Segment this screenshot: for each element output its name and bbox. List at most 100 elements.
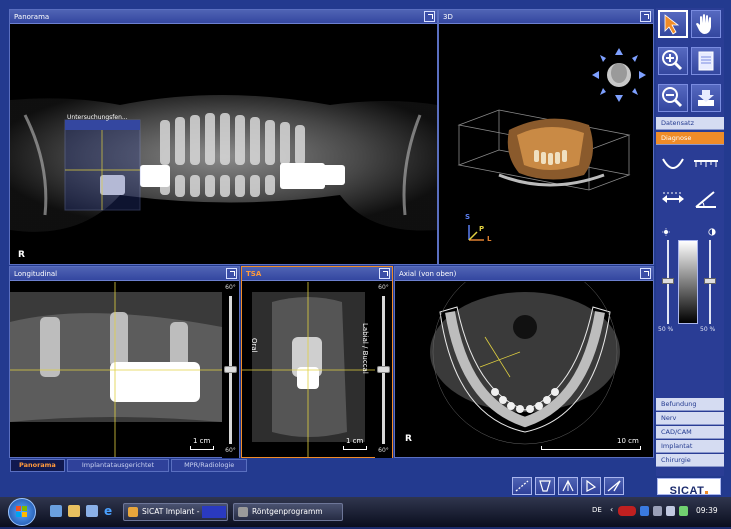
language-indicator[interactable]: DE: [592, 506, 602, 514]
gray-ramp: [678, 240, 698, 324]
menu-dataset[interactable]: Datensatz: [656, 117, 724, 130]
view-mode-tabs: Panorama Implantatausgerichtet MPR/Radio…: [10, 459, 249, 472]
right-toolbar: Datensatz Diagnose 50 % 50 % Befundung N: [656, 8, 724, 476]
switch-windows-icon[interactable]: [86, 505, 98, 517]
quick-launch: e: [50, 505, 118, 519]
tab-mpr-radiology[interactable]: MPR/Radiologie: [171, 459, 248, 472]
taskbar-roentgen[interactable]: Röntgenprogramm: [233, 503, 343, 521]
implant-tool-4-icon: [607, 480, 621, 492]
tray-shield-icon[interactable]: [640, 506, 649, 516]
windows-logo-icon: [16, 506, 27, 517]
pointer-icon: [664, 14, 680, 35]
tray-power-icon[interactable]: [679, 506, 688, 516]
axial-view[interactable]: Axial (von oben) R 10 cm: [394, 266, 654, 458]
tsa-slider-bottom-label: 60°: [378, 447, 389, 454]
zoom-in-button[interactable]: [658, 47, 688, 75]
view-3d-title: 3D: [439, 10, 653, 24]
implant-tool-1-icon: [539, 480, 551, 492]
contrast-icon: [708, 228, 716, 236]
hand-tool-button[interactable]: [691, 10, 721, 38]
panorama-image[interactable]: Untersuchungsfen... R: [10, 25, 437, 264]
view-3d[interactable]: 3D S P L: [438, 9, 654, 265]
contrast-value: 50 %: [700, 326, 716, 333]
tsa-slider-top-label: 60°: [378, 284, 389, 291]
contrast-slider[interactable]: [704, 240, 716, 324]
taskbar-sicat-implant[interactable]: SICAT Implant -: [123, 503, 228, 521]
longitudinal-view[interactable]: Longitudinal 1 cm 60° 60°: [9, 266, 240, 458]
windows-taskbar: e SICAT Implant - Röntgenprogramm DE ‹ 0…: [0, 497, 731, 527]
longitudinal-scale-bar: [190, 446, 214, 450]
tray-expand-icon[interactable]: ‹: [610, 505, 613, 514]
notepad-button[interactable]: [691, 47, 721, 75]
tsa-image[interactable]: Oral Labial / Buccal 1 cm: [242, 282, 392, 457]
brightness-slider-knob[interactable]: [662, 278, 674, 284]
tray-app-icon[interactable]: [618, 506, 636, 516]
tsa-view[interactable]: TSA Oral Labial / Buccal 1 cm 60° 60°: [241, 266, 393, 458]
hand-icon: [696, 14, 711, 34]
longitudinal-scale-label: 1 cm: [193, 437, 211, 445]
tab-panorama[interactable]: Panorama: [10, 459, 65, 472]
tsa-maximize-button[interactable]: [379, 268, 390, 279]
measure-tool-button[interactable]: [512, 477, 532, 495]
axial-maximize-button[interactable]: [640, 268, 651, 279]
pointer-tool-button[interactable]: [658, 10, 688, 38]
tsa-labial-label: Labial / Buccal: [361, 323, 369, 374]
menu-findings[interactable]: Befundung: [656, 398, 724, 411]
measure-icon: [515, 480, 529, 492]
ruler-icon[interactable]: [692, 155, 720, 175]
implant-tool-3-button[interactable]: [581, 477, 601, 495]
brightness-slider[interactable]: [662, 240, 674, 324]
menu-cad-cam[interactable]: CAD/CAM: [656, 426, 724, 439]
contrast-slider-knob[interactable]: [704, 278, 716, 284]
clock[interactable]: 09:39: [696, 506, 718, 515]
tsa-slider-knob[interactable]: [377, 366, 390, 373]
panoramic-curve-icon[interactable]: [660, 155, 686, 175]
zoom-out-icon: [662, 87, 683, 108]
zoom-in-icon: [662, 50, 683, 71]
sicat-app-icon: [128, 507, 138, 517]
longitudinal-maximize-button[interactable]: [226, 268, 237, 279]
view-3d-orientation-cube: [592, 48, 646, 102]
panorama-title: Panorama: [10, 10, 437, 24]
implant-tool-4-button[interactable]: [604, 477, 624, 495]
implant-tool-3-icon: [586, 479, 597, 492]
menu-implant[interactable]: Implantat: [656, 440, 724, 453]
panorama-view[interactable]: Panorama Untersuchungsfen... R: [9, 9, 438, 265]
longitudinal-image[interactable]: 1 cm: [10, 282, 239, 457]
taskbar-highlight: [202, 506, 226, 518]
longitudinal-angle-slider[interactable]: 60° 60°: [222, 282, 239, 458]
examination-window-label: Untersuchungsfen...: [67, 114, 128, 121]
roentgen-app-icon: [238, 507, 248, 517]
axis-label-p: P: [479, 225, 485, 233]
view-3d-render[interactable]: S P L: [439, 25, 653, 264]
distance-measure-icon[interactable]: [660, 189, 686, 209]
axial-orientation-label: R: [405, 434, 412, 444]
axis-label-s: S: [465, 213, 471, 221]
internet-explorer-icon[interactable]: e: [104, 505, 116, 517]
angle-measure-icon[interactable]: [692, 189, 720, 211]
menu-surgery[interactable]: Chirurgie: [656, 454, 724, 467]
zoom-out-button[interactable]: [658, 84, 688, 112]
download-button[interactable]: [691, 84, 721, 112]
sicat-logo-text: SICAT: [669, 485, 705, 497]
brightness-icon: [662, 228, 670, 236]
sicat-implant-window: Panorama Untersuchungsfen... R 3D S P L …: [0, 0, 731, 527]
tray-network-icon[interactable]: [653, 506, 662, 516]
start-button[interactable]: [8, 498, 36, 526]
menu-diagnosis[interactable]: Diagnose: [656, 132, 724, 145]
explorer-icon[interactable]: [68, 505, 80, 517]
axis-label-l: L: [487, 235, 492, 243]
panorama-maximize-button[interactable]: [424, 11, 435, 22]
view-3d-maximize-button[interactable]: [640, 11, 651, 22]
tsa-angle-slider[interactable]: 60° 60°: [375, 282, 392, 458]
tab-implant-aligned[interactable]: Implantatausgerichtet: [66, 459, 170, 472]
longitudinal-slider-knob[interactable]: [224, 366, 237, 373]
tray-volume-icon[interactable]: [666, 506, 675, 516]
system-tray: ‹: [610, 505, 690, 518]
axial-image[interactable]: R 10 cm: [395, 282, 653, 457]
longitudinal-slider-bottom-label: 60°: [225, 447, 236, 454]
menu-nerve[interactable]: Nerv: [656, 412, 724, 425]
implant-tool-1-button[interactable]: [535, 477, 555, 495]
show-desktop-icon[interactable]: [50, 505, 62, 517]
implant-tool-2-button[interactable]: [558, 477, 578, 495]
